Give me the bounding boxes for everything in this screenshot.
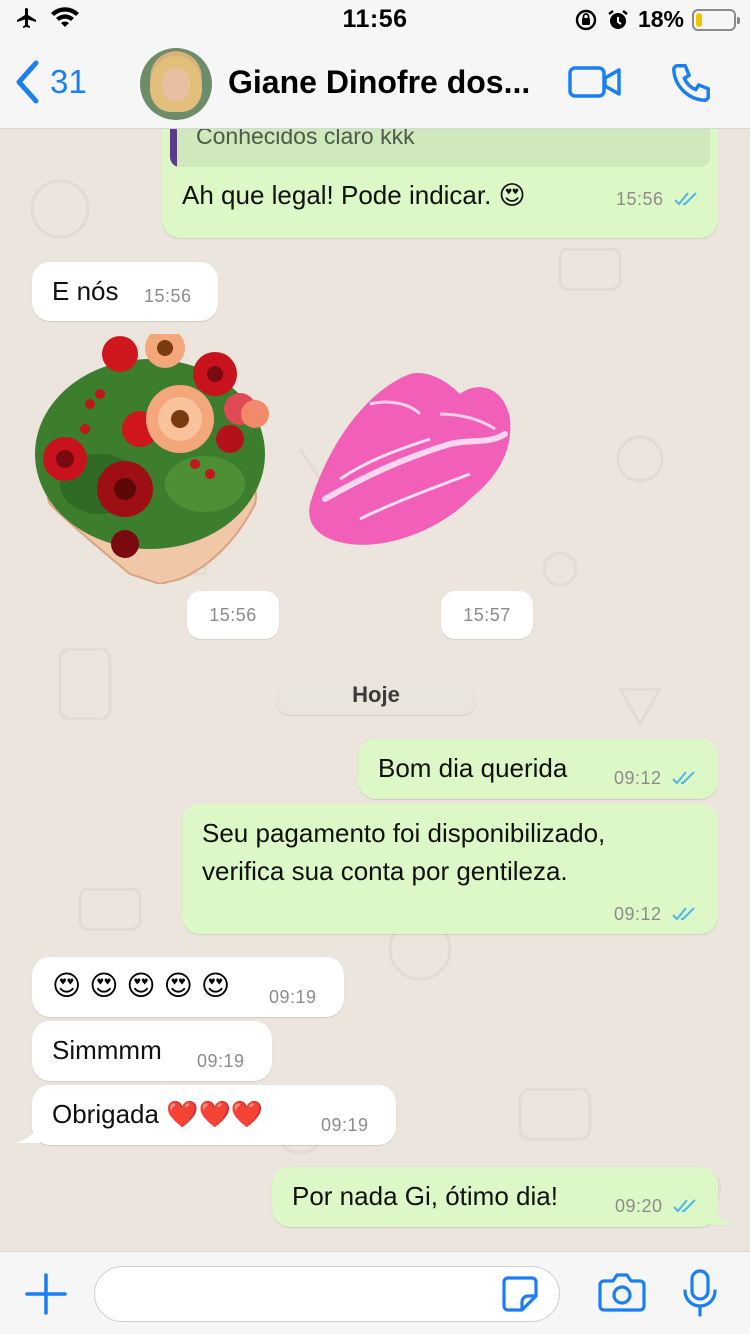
message-incoming[interactable]: Obrigada ❤️❤️❤️ 09:19 (32, 1085, 396, 1145)
sticker-time-label: 15:56 (209, 605, 257, 625)
message-incoming[interactable]: Simmmm 09:19 (32, 1021, 272, 1081)
camera-icon[interactable] (598, 1270, 646, 1314)
message-incoming[interactable]: E nós 15:56 (32, 262, 218, 321)
emoji: 😍 (126, 970, 156, 1001)
status-bar: 11:56 18% (0, 0, 750, 40)
emoji: 😍 (200, 970, 231, 1001)
message-time: 09:20 (615, 1196, 663, 1216)
phone-call-icon[interactable] (668, 60, 714, 106)
battery-percent: 18% (637, 6, 684, 32)
message-outgoing[interactable]: Seu pagamento foi disponibilizado, verif… (182, 804, 718, 934)
orientation-lock-icon (575, 9, 597, 30)
sticker-time: 15:56 (187, 591, 279, 639)
message-time: 15:56 (616, 189, 664, 209)
message-time: 09:19 (197, 1051, 245, 1071)
message-text-line: verifica sua conta por gentileza. (202, 856, 568, 886)
emoji: 😍 (163, 970, 193, 1001)
alarm-icon (608, 9, 628, 29)
quoted-message[interactable]: Conhecidos claro kkk (170, 129, 710, 167)
message-outgoing[interactable]: Por nada Gi, ótimo dia! 09:20 (272, 1167, 718, 1227)
emoji: 😍 (89, 970, 119, 1001)
emoji: 😍 (52, 970, 82, 1001)
message-time: 09:12 (614, 768, 662, 788)
message-incoming[interactable]: 😍 😍 😍 😍 😍 09:19 (32, 957, 344, 1017)
input-bar (0, 1251, 750, 1334)
date-separator: Hoje (276, 675, 476, 715)
battery-level (696, 12, 702, 27)
message-text: Bom dia querida (378, 753, 568, 783)
message-outgoing[interactable]: Bom dia querida 09:12 (358, 739, 718, 799)
message-time: 09:12 (614, 904, 662, 924)
avatar[interactable] (140, 48, 212, 120)
message-input[interactable] (94, 1266, 560, 1322)
contact-name[interactable]: Giane Dinofre dos... (228, 64, 548, 101)
chat-area[interactable]: Conhecidos claro kkk Ah que legal! Pode … (0, 129, 750, 1251)
plus-icon[interactable] (24, 1272, 68, 1316)
read-ticks-icon (674, 192, 697, 206)
read-ticks-icon (672, 907, 695, 921)
microphone-icon[interactable] (680, 1268, 720, 1318)
pink-lips-sticker[interactable] (300, 359, 515, 554)
sticker-icon[interactable] (500, 1274, 540, 1314)
message-time: 09:19 (269, 987, 317, 1007)
read-ticks-icon (672, 771, 695, 785)
message-time: 15:56 (144, 286, 192, 306)
unread-count: 31 (50, 63, 87, 100)
status-right: 18% (574, 6, 740, 33)
battery-icon (692, 8, 740, 31)
message-time: 09:19 (321, 1115, 369, 1135)
flower-bouquet-sticker[interactable] (30, 334, 275, 584)
emoji-row: 😍 😍 😍 😍 😍 (52, 969, 230, 1003)
back-button[interactable]: 31 (14, 60, 87, 104)
sticker-time-label: 15:57 (463, 605, 511, 625)
message-outgoing[interactable]: Conhecidos claro kkk Ah que legal! Pode … (162, 129, 718, 238)
sticker-time: 15:57 (441, 591, 533, 639)
back-chevron-icon (16, 60, 39, 104)
quote-accent-bar (170, 129, 177, 167)
message-text: E nós (52, 276, 119, 306)
message-text-line: Seu pagamento foi disponibilizado, (202, 818, 606, 848)
bubble-tail (710, 1207, 734, 1225)
quoted-text: Conhecidos claro kkk (196, 129, 415, 149)
message-text: Por nada Gi, ótimo dia! (292, 1181, 558, 1211)
chat-header: 31 Giane Dinofre dos... (0, 40, 750, 129)
message-text: Obrigada ❤️❤️❤️ (52, 1099, 264, 1129)
read-ticks-icon (673, 1199, 696, 1213)
message-text: Ah que legal! Pode indicar. 😍 (182, 180, 526, 210)
message-text: Simmmm (52, 1035, 162, 1065)
bubble-tail (16, 1125, 40, 1143)
video-call-icon[interactable] (568, 62, 622, 102)
